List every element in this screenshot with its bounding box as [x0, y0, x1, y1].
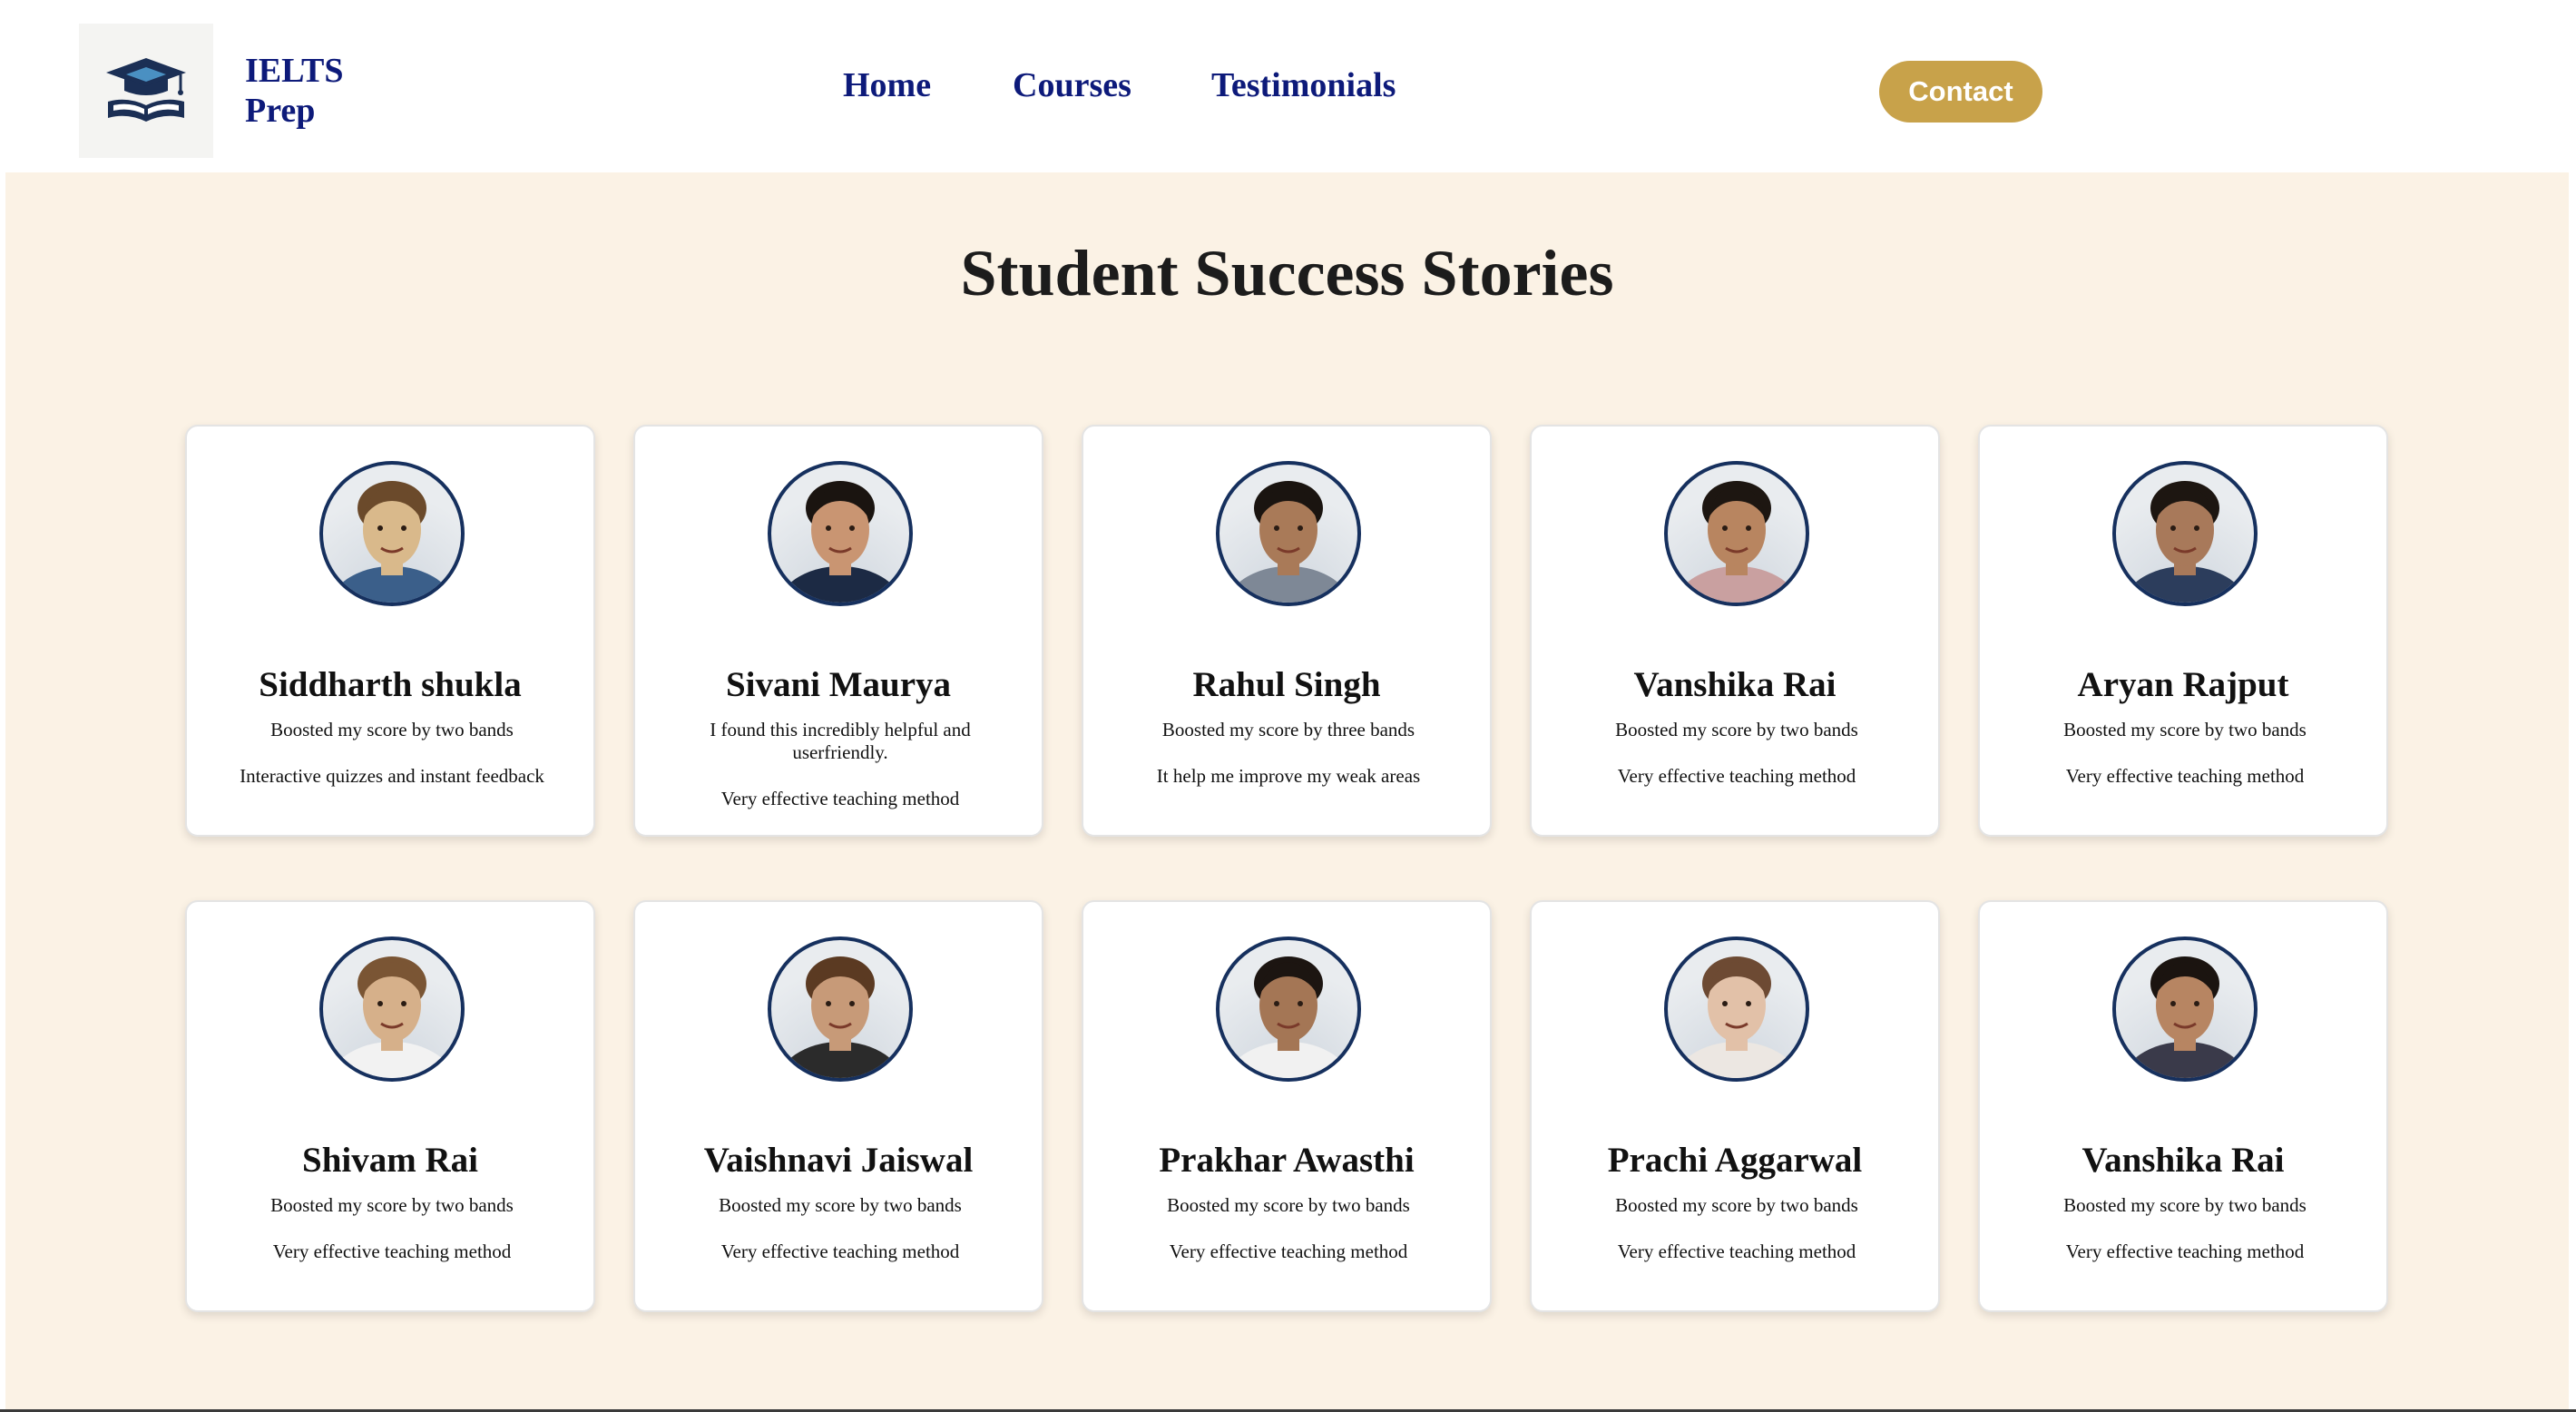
person-icon — [1225, 481, 1352, 603]
nav-home-link[interactable]: Home — [843, 65, 931, 105]
avatar — [319, 461, 465, 606]
testimonial-card: Vanshika Rai Boosted my score by two band… — [1978, 900, 2388, 1312]
testimonial-result: Boosted my score by three bands — [1161, 719, 1415, 740]
testimonial-result: Boosted my score by two bands — [719, 1194, 962, 1216]
testimonial-comment: Very effective teaching method — [272, 1240, 512, 1262]
person-icon — [1673, 481, 1800, 603]
brand-name[interactable]: IELTS Prep — [245, 51, 343, 131]
person-icon — [1673, 956, 1800, 1078]
testimonial-comment: Very effective teaching method — [1617, 765, 1856, 787]
person-icon — [1225, 956, 1352, 1078]
testimonial-comment: Very effective teaching method — [720, 1240, 960, 1262]
testimonial-card: Shivam Rai Boosted my score by two bands V… — [185, 900, 595, 1312]
testimonial-result: Boosted my score by two bands — [2063, 719, 2307, 740]
student-name: Vanshika Rai — [1633, 665, 1837, 704]
section-title: Student Success Stories — [960, 237, 1614, 309]
testimonial-card: Siddharth shukla Boosted my score by two … — [185, 425, 595, 837]
avatar — [319, 936, 465, 1082]
student-name: Vaishnavi Jaiswal — [703, 1141, 974, 1180]
testimonial-comment: Very effective teaching method — [1617, 1240, 1856, 1262]
avatar — [1664, 461, 1809, 606]
student-name: Siddharth shukla — [259, 665, 522, 704]
testimonial-result: Boosted my score by two bands — [1615, 719, 1858, 740]
student-name: Rahul Singh — [1192, 665, 1381, 704]
testimonial-card: Rahul Singh Boosted my score by three ban… — [1082, 425, 1492, 837]
testimonial-comment: Very effective teaching method — [1169, 1240, 1408, 1262]
testimonial-comment: Interactive quizzes and instant feedback — [240, 765, 544, 787]
avatar — [768, 461, 913, 606]
person-icon — [328, 956, 455, 1078]
testimonial-comment: Very effective teaching method — [720, 788, 960, 809]
person-icon — [2121, 481, 2248, 603]
testimonial-card: Sivani Maurya I found this incredibly hel… — [633, 425, 1043, 837]
avatar — [1216, 461, 1361, 606]
nav-testimonials-link[interactable]: Testimonials — [1211, 65, 1396, 105]
testimonial-comment: Very effective teaching method — [2065, 1240, 2305, 1262]
avatar — [2112, 461, 2258, 606]
testimonial-result: I found this incredibly helpful and user… — [710, 719, 971, 763]
site-header: IELTS Prep Home Courses Testimonials Con… — [0, 0, 2576, 172]
testimonial-card: Prakhar Awasthi Boosted my score by two b… — [1082, 900, 1492, 1312]
nav-courses-link[interactable]: Courses — [1013, 65, 1131, 105]
testimonial-result: Boosted my score by two bands — [2063, 1194, 2307, 1216]
testimonial-card: Aryan Rajput Boosted my score by two band… — [1978, 425, 2388, 837]
testimonial-card: Vanshika Rai Boosted my score by two band… — [1530, 425, 1940, 837]
person-icon — [2121, 956, 2248, 1078]
student-name: Sivani Maurya — [725, 665, 952, 704]
student-name: Prakhar Awasthi — [1159, 1141, 1415, 1180]
student-name: Aryan Rajput — [2077, 665, 2289, 704]
person-icon — [328, 481, 455, 603]
testimonial-result: Boosted my score by two bands — [1615, 1194, 1858, 1216]
testimonial-result: Boosted my score by two bands — [270, 1194, 514, 1216]
testimonial-card: Prachi Aggarwal Boosted my score by two b… — [1530, 900, 1940, 1312]
contact-button[interactable]: Contact — [1879, 61, 2042, 123]
testimonial-comment: It help me improve my weak areas — [1156, 765, 1421, 787]
testimonial-card: Vaishnavi Jaiswal Boosted my score by two… — [633, 900, 1043, 1312]
student-name: Shivam Rai — [302, 1141, 478, 1180]
student-name: Prachi Aggarwal — [1607, 1141, 1863, 1180]
testimonials-section: Student Success Stories Siddharth shukla… — [5, 172, 2569, 1412]
avatar — [1664, 936, 1809, 1082]
brand-name-line2: Prep — [245, 92, 316, 130]
graduation-cap-book-icon — [106, 58, 186, 122]
testimonial-result: Boosted my score by two bands — [1167, 1194, 1410, 1216]
student-name: Vanshika Rai — [2081, 1141, 2285, 1180]
avatar — [1216, 936, 1361, 1082]
logo[interactable] — [79, 24, 213, 158]
person-icon — [777, 956, 904, 1078]
avatar — [768, 936, 913, 1082]
avatar — [2112, 936, 2258, 1082]
person-icon — [777, 481, 904, 603]
testimonial-comment: Very effective teaching method — [2065, 765, 2305, 787]
testimonial-result: Boosted my score by two bands — [270, 719, 514, 740]
brand-name-line1: IELTS — [245, 52, 344, 90]
